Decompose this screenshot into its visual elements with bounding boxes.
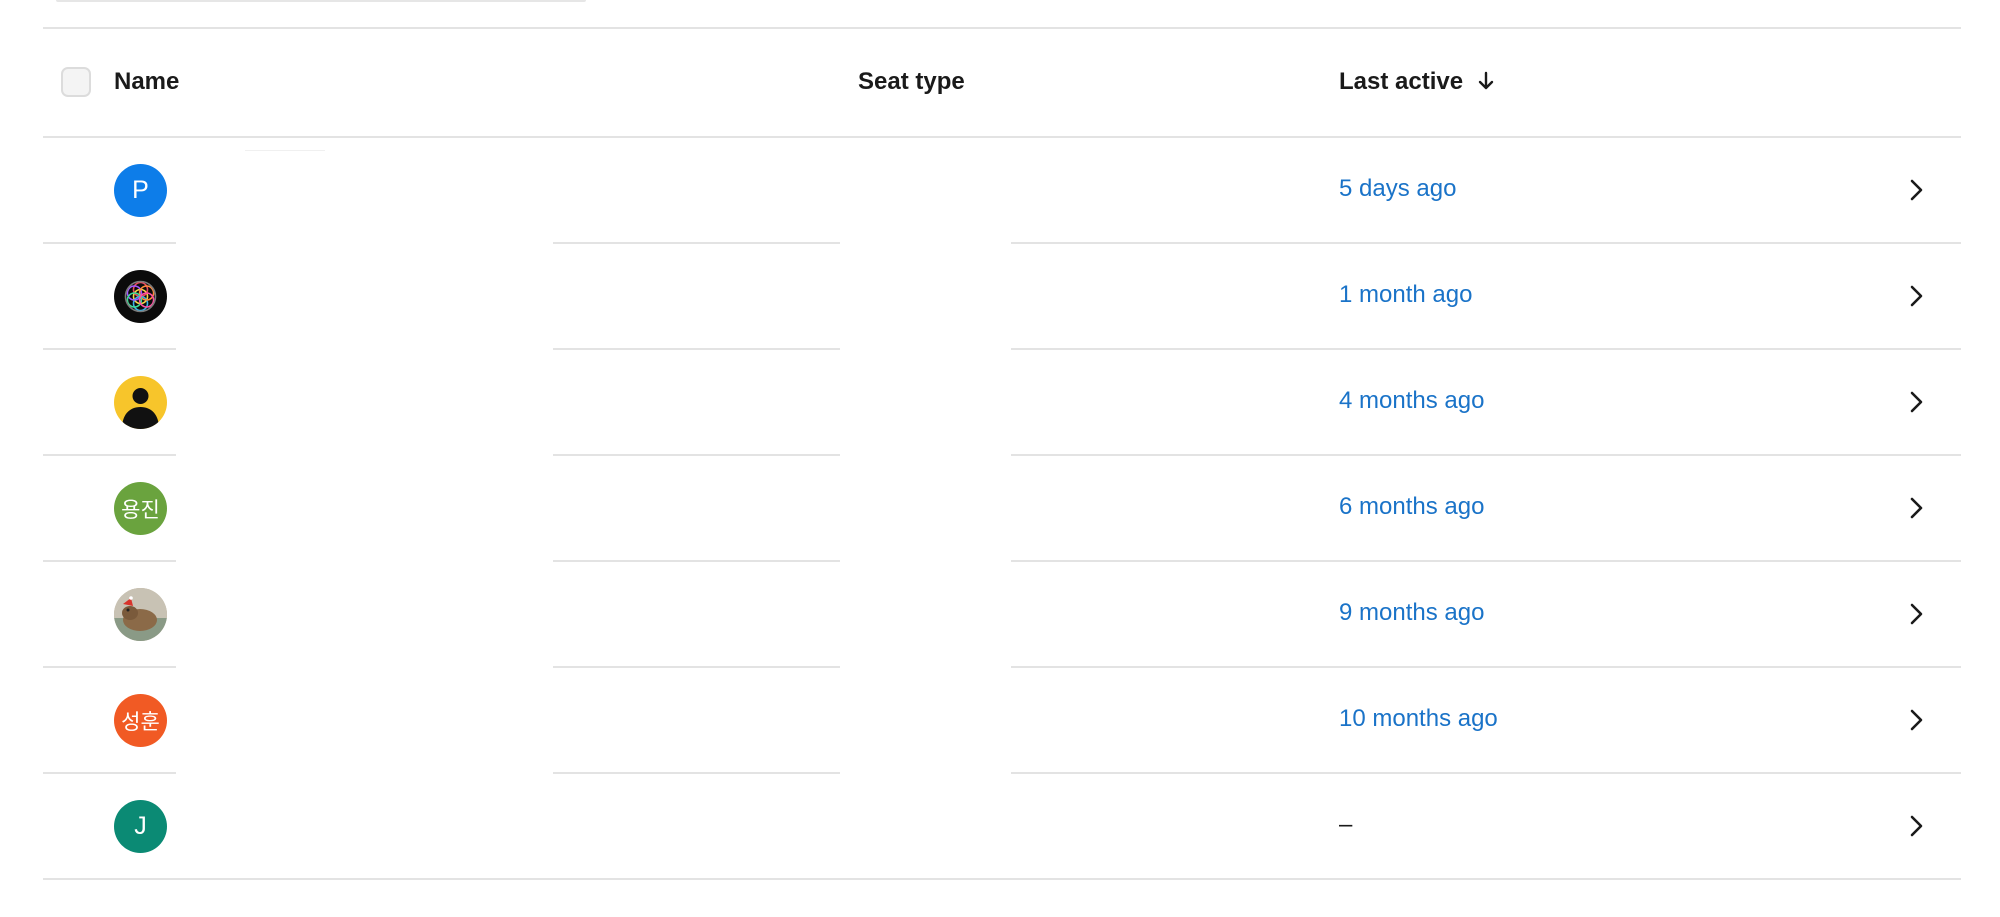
column-header-last-active[interactable]: Last active (1339, 68, 1494, 96)
avatar-initials: 성훈 (121, 710, 160, 734)
arrow-down-icon (1478, 68, 1494, 96)
table-row[interactable]: 성훈 10 months ago (43, 668, 1961, 774)
search-field-edge (56, 0, 586, 2)
avatar (114, 588, 167, 641)
flower-of-life-image (124, 280, 157, 313)
select-all-checkbox[interactable] (61, 67, 91, 97)
chevron-right-icon[interactable] (1903, 813, 1929, 839)
last-active-value: 4 months ago (1339, 387, 1485, 414)
column-header-seat-type[interactable]: Seat type (858, 68, 965, 96)
members-table: Name Seat type Last active P 5 days ago (43, 27, 1961, 880)
table-row[interactable]: P 5 days ago (43, 138, 1961, 244)
last-active-value: 10 months ago (1339, 705, 1498, 732)
last-active-value: 9 months ago (1339, 599, 1485, 626)
column-header-name[interactable]: Name (114, 68, 179, 96)
table-row[interactable]: 1 month ago (43, 244, 1961, 350)
animal-photo-image (114, 588, 167, 641)
person-icon (122, 388, 159, 429)
chevron-right-icon[interactable] (1903, 495, 1929, 521)
table-row[interactable]: J – (43, 774, 1961, 880)
column-header-last-active-label: Last active (1339, 68, 1464, 95)
table-row[interactable]: 용진 6 months ago (43, 456, 1961, 562)
table-row[interactable]: 4 months ago (43, 350, 1961, 456)
last-active-value: 1 month ago (1339, 281, 1473, 308)
avatar-initials: J (134, 812, 147, 840)
last-active-value: 5 days ago (1339, 175, 1457, 202)
row-divider-fragment (245, 150, 325, 151)
table-row[interactable]: 9 months ago (43, 562, 1961, 668)
avatar-initials: P (132, 176, 149, 204)
last-active-value: – (1339, 811, 1353, 838)
avatar: J (114, 800, 167, 853)
chevron-right-icon[interactable] (1903, 177, 1929, 203)
chevron-right-icon[interactable] (1903, 601, 1929, 627)
avatar: 성훈 (114, 694, 167, 747)
chevron-right-icon[interactable] (1903, 389, 1929, 415)
last-active-value: 6 months ago (1339, 493, 1485, 520)
chevron-right-icon[interactable] (1903, 707, 1929, 733)
table-header: Name Seat type Last active (43, 29, 1961, 138)
avatar-initials: 용진 (121, 498, 160, 522)
column-header-name-label: Name (114, 68, 180, 95)
chevron-right-icon[interactable] (1903, 283, 1929, 309)
avatar (114, 376, 167, 429)
avatar (114, 270, 167, 323)
avatar: 용진 (114, 482, 167, 535)
avatar: P (114, 164, 167, 217)
column-header-seat-type-label: Seat type (858, 68, 965, 95)
